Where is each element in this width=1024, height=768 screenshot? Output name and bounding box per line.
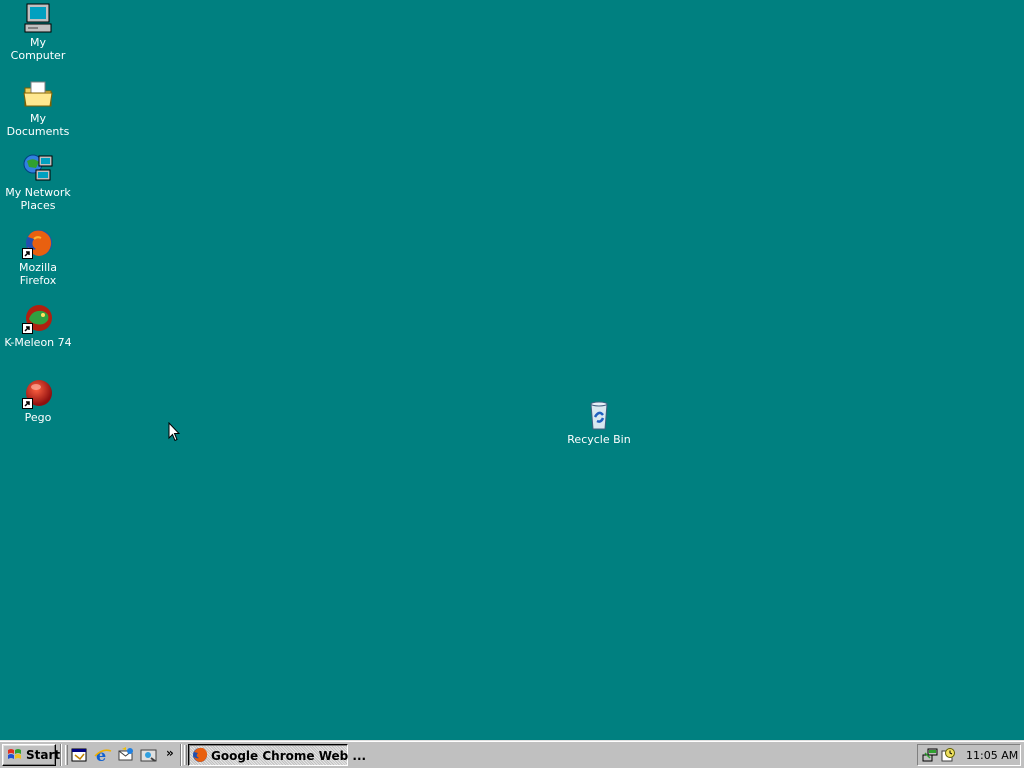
taskbar-separator xyxy=(180,744,182,766)
desktop-icon-firefox[interactable]: Mozilla Firefox xyxy=(0,227,76,287)
desktop-icon-label: Recycle Bin xyxy=(567,433,631,446)
desktop-icon-label: Pego xyxy=(24,411,52,424)
outlook-express-icon[interactable] xyxy=(117,747,135,763)
shortcut-arrow-icon xyxy=(22,398,33,409)
network-tray-icon[interactable] xyxy=(922,747,938,766)
firefox-icon xyxy=(192,747,208,766)
scheduler-tray-icon[interactable] xyxy=(940,747,956,766)
start-button-label: Start xyxy=(26,748,61,762)
shortcut-arrow-icon xyxy=(22,323,33,334)
my-documents-icon xyxy=(22,78,54,110)
task-area-grip[interactable] xyxy=(184,745,187,765)
quick-launch-overflow-button[interactable]: » xyxy=(166,746,174,760)
recycle-bin-icon xyxy=(583,399,615,431)
taskbar-clock[interactable]: 11:05 AM xyxy=(966,749,1018,762)
desktop-icon-label: My Network Places xyxy=(5,186,71,212)
system-tray: 11:05 AM xyxy=(917,744,1021,766)
desktop-icon-pego[interactable]: Pego xyxy=(0,377,76,424)
mouse-cursor-icon xyxy=(168,421,181,445)
channels-icon[interactable] xyxy=(140,747,158,763)
desktop-icon-label: My Computer xyxy=(10,36,66,62)
shortcut-arrow-icon xyxy=(22,248,33,259)
windows-logo-icon xyxy=(7,748,23,765)
taskbar: Start e » Google Chrome Web ... 11:05 AM xyxy=(0,740,1024,768)
desktop-icon-label: Mozilla Firefox xyxy=(19,261,57,287)
desktop-icon-my-documents[interactable]: My Documents xyxy=(0,78,76,138)
desktop-icon-label: K-Meleon 74 xyxy=(4,336,72,349)
svg-text:e: e xyxy=(96,747,106,763)
network-places-icon xyxy=(22,152,54,184)
desktop-icon-recycle-bin[interactable]: Recycle Bin xyxy=(561,399,637,446)
pego-icon xyxy=(22,377,54,409)
desktop-icon-label: My Documents xyxy=(6,112,70,138)
start-button[interactable]: Start xyxy=(2,744,60,766)
taskbar-separator xyxy=(60,744,62,766)
task-button-google-chrome[interactable]: Google Chrome Web ... xyxy=(188,744,366,766)
firefox-icon xyxy=(22,227,54,259)
my-computer-icon xyxy=(22,2,54,34)
quick-launch-grip[interactable] xyxy=(65,745,68,765)
k-meleon-icon xyxy=(22,302,54,334)
desktop-icon-network-places[interactable]: My Network Places xyxy=(0,152,76,212)
desktop-icon-my-computer[interactable]: My Computer xyxy=(0,2,76,62)
show-desktop-icon[interactable] xyxy=(71,747,89,763)
task-button-label: Google Chrome Web ... xyxy=(211,749,367,763)
internet-explorer-icon[interactable]: e xyxy=(94,746,112,765)
desktop-icon-k-meleon[interactable]: K-Meleon 74 xyxy=(0,302,76,349)
